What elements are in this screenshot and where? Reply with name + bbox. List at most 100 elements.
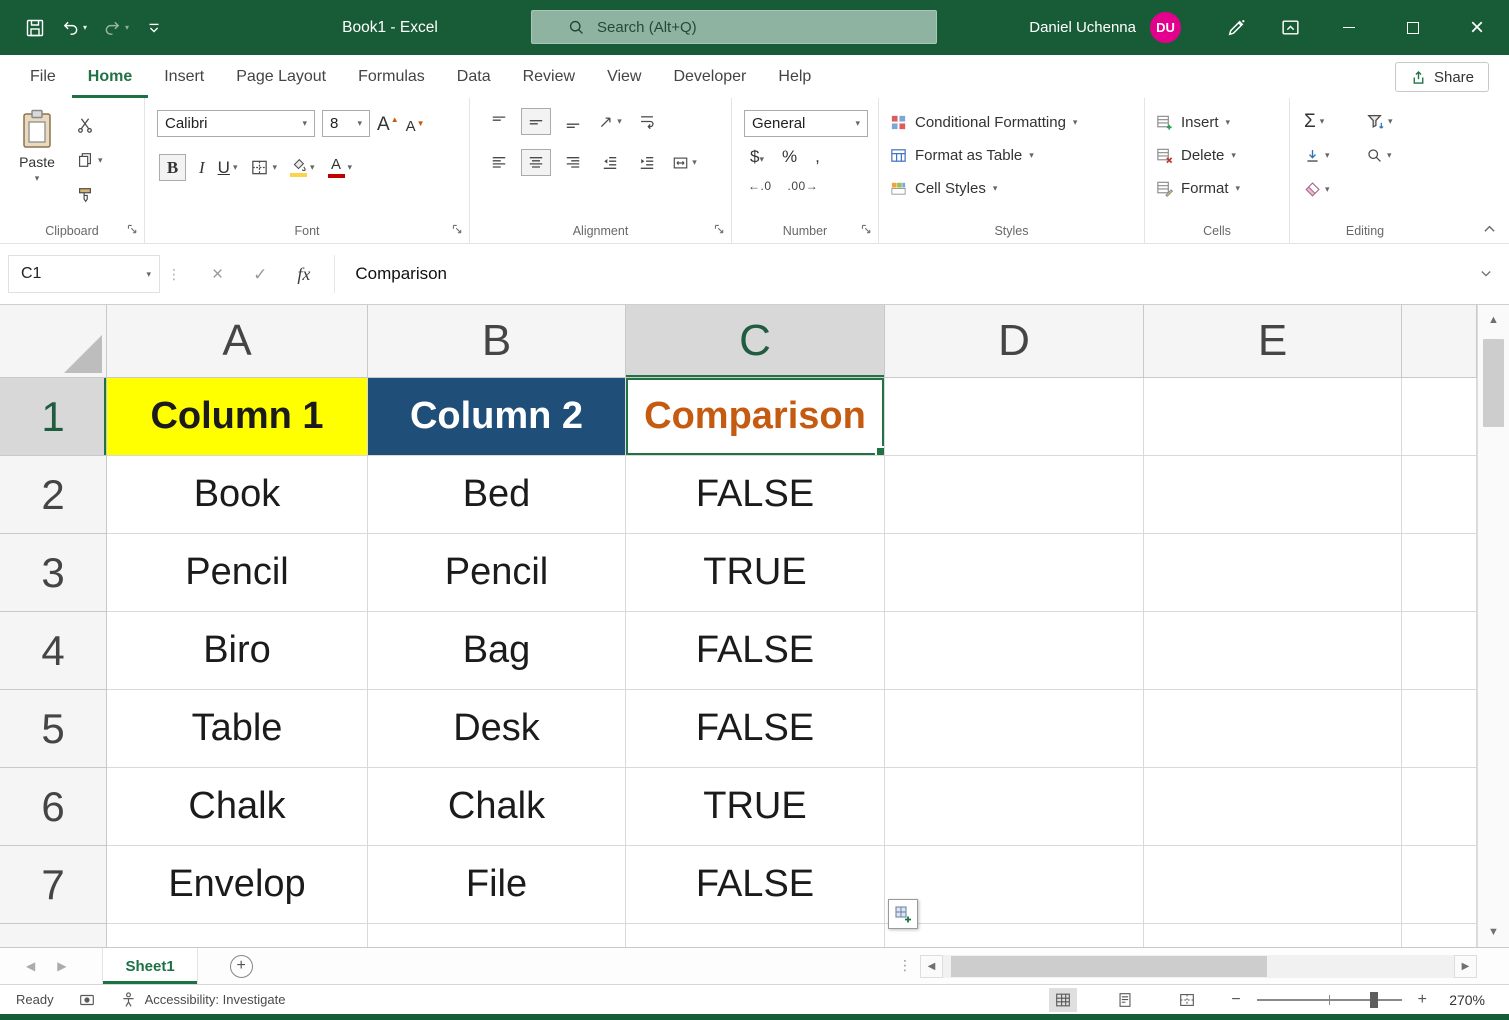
redo-button[interactable]: ▾ [100, 15, 132, 40]
tab-help[interactable]: Help [762, 55, 827, 98]
cell-F1[interactable] [1402, 378, 1477, 456]
align-right-button[interactable] [558, 149, 588, 176]
orientation-button[interactable]: ▾ [595, 108, 625, 135]
cell-F4[interactable] [1402, 612, 1477, 690]
cell-styles-chevron[interactable]: ▾ [993, 183, 998, 193]
borders-dropdown-chevron[interactable]: ▾ [272, 163, 277, 172]
clear-chevron[interactable]: ▾ [1325, 184, 1330, 194]
cell-D8-partial[interactable] [885, 924, 1144, 947]
cell-B7[interactable]: File [368, 846, 626, 924]
next-sheet-button[interactable]: ▶ [57, 959, 66, 973]
font-size-select[interactable]: 8 ▾ [322, 110, 370, 137]
cell-C6[interactable]: TRUE [626, 768, 885, 846]
name-box[interactable]: ▾ [8, 255, 160, 293]
cell-D4[interactable] [885, 612, 1144, 690]
scroll-up-button[interactable]: ▲ [1478, 305, 1509, 335]
tab-home[interactable]: Home [72, 55, 148, 98]
row-header-4[interactable]: 4 [0, 612, 107, 690]
cell-F3[interactable] [1402, 534, 1477, 612]
format-cells-button[interactable]: Format ▾ [1155, 175, 1289, 201]
search-box[interactable] [531, 10, 937, 44]
font-dialog-launcher[interactable] [451, 223, 464, 236]
minimize-button[interactable] [1317, 0, 1381, 55]
orientation-dropdown-chevron[interactable]: ▾ [617, 117, 622, 126]
cell-E7[interactable] [1144, 846, 1402, 924]
vertical-scrollbar[interactable]: ▲ ▼ [1477, 305, 1509, 947]
zoom-level[interactable]: 270% [1443, 992, 1485, 1008]
row-header-3[interactable]: 3 [0, 534, 107, 612]
format-as-table-button[interactable]: Format as Table ▾ [889, 142, 1144, 168]
cell-styles-button[interactable]: Cell Styles ▾ [889, 175, 1144, 201]
merge-center-dropdown-chevron[interactable]: ▾ [692, 158, 697, 167]
align-center-button[interactable] [521, 149, 551, 176]
clipboard-dialog-launcher[interactable] [126, 223, 139, 236]
number-dialog-launcher[interactable] [860, 223, 873, 236]
cell-C7[interactable]: FALSE [626, 846, 885, 924]
tab-page-layout[interactable]: Page Layout [220, 55, 342, 98]
fill-color-button[interactable]: ▾ [290, 158, 315, 177]
number-format-select[interactable]: General ▾ [744, 110, 868, 137]
customize-quick-access-button[interactable] [142, 16, 166, 40]
cell-D7[interactable] [885, 846, 1144, 924]
previous-sheet-button[interactable]: ◀ [26, 959, 35, 973]
delete-cells-chevron[interactable]: ▾ [1231, 150, 1236, 160]
cell-B2[interactable]: Bed [368, 456, 626, 534]
scroll-left-button[interactable]: ◀ [920, 955, 943, 978]
fill-chevron[interactable]: ▾ [1325, 150, 1330, 160]
insert-function-button[interactable]: fx [297, 264, 310, 285]
borders-button[interactable]: ▾ [250, 158, 277, 177]
cell-C3[interactable]: TRUE [626, 534, 885, 612]
cell-F2[interactable] [1402, 456, 1477, 534]
undo-dropdown-chevron[interactable]: ▾ [83, 23, 87, 32]
wrap-text-button[interactable] [632, 108, 662, 135]
tab-view[interactable]: View [591, 55, 657, 98]
cell-B3[interactable]: Pencil [368, 534, 626, 612]
avatar[interactable]: DU [1150, 12, 1181, 43]
cell-F5[interactable] [1402, 690, 1477, 768]
tab-data[interactable]: Data [441, 55, 507, 98]
column-header-D[interactable]: D [885, 305, 1144, 378]
inking-button[interactable] [1209, 0, 1263, 55]
sheet-tab-sheet1[interactable]: Sheet1 [102, 948, 198, 984]
cell-B6[interactable]: Chalk [368, 768, 626, 846]
close-button[interactable]: × [1445, 0, 1509, 55]
cell-D2[interactable] [885, 456, 1144, 534]
currency-dropdown-chevron[interactable]: ▾ [759, 154, 764, 164]
paste-button[interactable]: Paste ▾ [8, 108, 66, 206]
insert-cells-chevron[interactable]: ▾ [1226, 117, 1231, 127]
tab-insert[interactable]: Insert [148, 55, 220, 98]
cell-E5[interactable] [1144, 690, 1402, 768]
column-header-F-partial[interactable] [1402, 305, 1477, 378]
column-header-E[interactable]: E [1144, 305, 1402, 378]
format-painter-button[interactable] [76, 184, 103, 206]
cell-F6[interactable] [1402, 768, 1477, 846]
copy-dropdown-chevron[interactable]: ▾ [98, 155, 103, 165]
cell-A1[interactable]: Column 1 [107, 378, 368, 456]
cell-E3[interactable] [1144, 534, 1402, 612]
fill-button[interactable]: ▾ [1304, 143, 1366, 167]
cell-F8-partial[interactable] [1402, 924, 1477, 947]
font-color-dropdown-chevron[interactable]: ▾ [348, 163, 353, 172]
cancel-entry-button[interactable]: × [212, 265, 223, 284]
row-header-5[interactable]: 5 [0, 690, 107, 768]
percent-style-button[interactable]: % [782, 147, 797, 167]
underline-button[interactable]: U ▾ [218, 158, 238, 178]
decrease-font-size-button[interactable]: A ▼ [406, 113, 425, 134]
row-header-7[interactable]: 7 [0, 846, 107, 924]
top-align-button[interactable] [484, 108, 514, 135]
decrease-decimal-button[interactable]: .00→ [788, 179, 819, 193]
normal-view-button[interactable] [1049, 987, 1078, 1012]
cell-C4[interactable]: FALSE [626, 612, 885, 690]
confirm-entry-button[interactable]: ✓ [253, 266, 267, 283]
page-layout-view-button[interactable] [1111, 988, 1139, 1012]
undo-button[interactable]: ▾ [58, 15, 90, 40]
cell-C8-partial[interactable] [626, 924, 885, 947]
find-select-chevron[interactable]: ▾ [1387, 150, 1392, 160]
cell-D1[interactable] [885, 378, 1144, 456]
cell-C2[interactable]: FALSE [626, 456, 885, 534]
cell-E6[interactable] [1144, 768, 1402, 846]
copy-button[interactable]: ▾ [76, 149, 103, 171]
cell-E2[interactable] [1144, 456, 1402, 534]
tab-scroll-splitter[interactable]: ⋮ [898, 957, 912, 974]
cell-A2[interactable]: Book [107, 456, 368, 534]
